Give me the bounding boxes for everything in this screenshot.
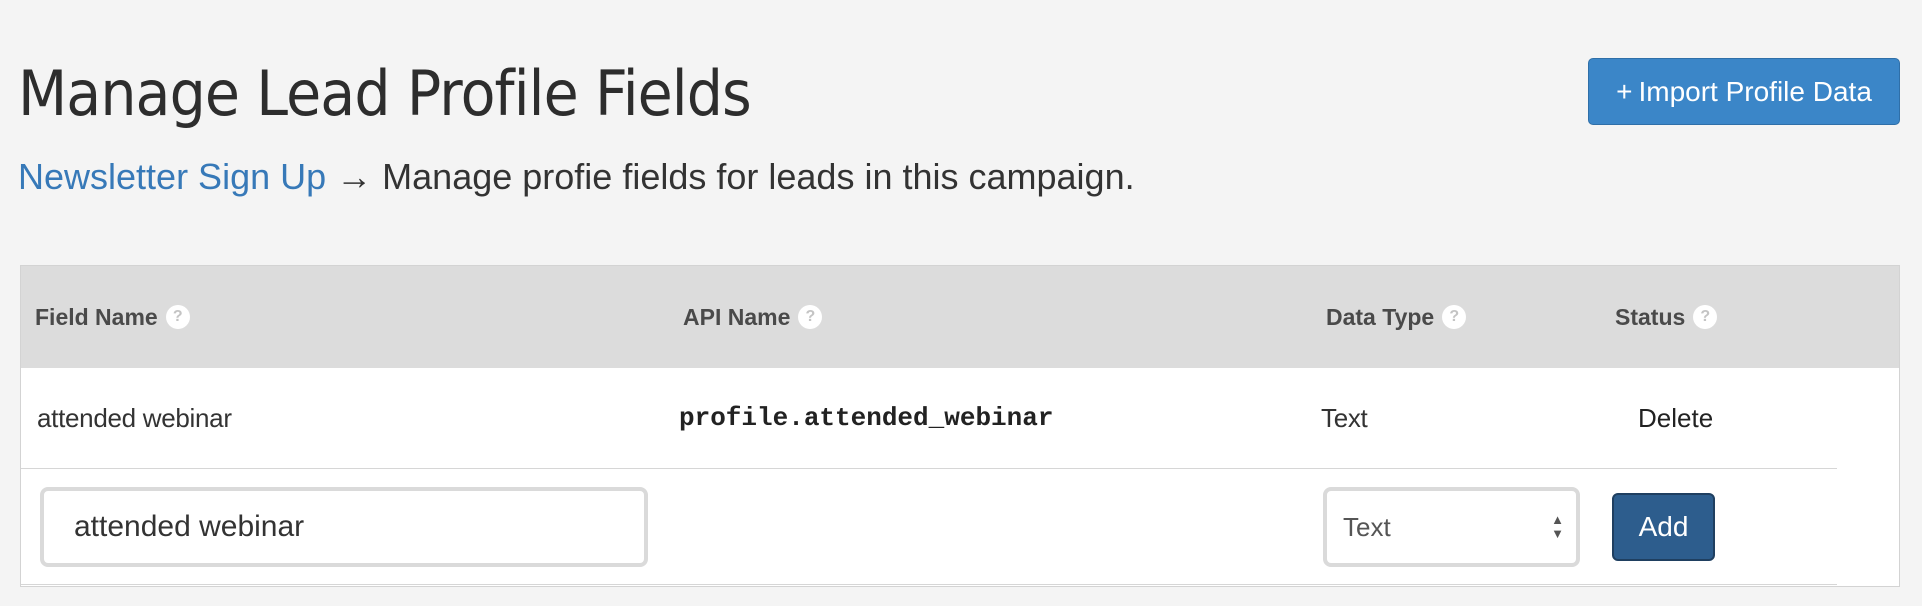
page-title: Manage Lead Profile Fields (18, 57, 752, 130)
question-circle-icon[interactable]: ? (165, 305, 190, 329)
column-header-field-name: Field Name ? (35, 266, 190, 368)
table-row: attended webinar profile.attended_webina… (21, 368, 1837, 469)
new-field-row: Text ▲▼ Add (21, 469, 1837, 585)
data-type-cell: Text (1321, 402, 1368, 433)
import-profile-data-button[interactable]: + Import Profile Data (1588, 58, 1900, 125)
column-label: Field Name (35, 303, 158, 330)
add-field-button[interactable]: Add (1612, 493, 1715, 561)
delete-button[interactable]: Delete (1638, 368, 1713, 468)
data-type-selected: Text (1343, 511, 1391, 542)
plus-icon: + (1616, 75, 1633, 107)
campaign-link[interactable]: Newsletter Sign Up (18, 156, 326, 197)
question-circle-icon[interactable]: ? (1693, 305, 1718, 329)
question-circle-icon[interactable]: ? (798, 305, 823, 329)
column-label: Data Type (1326, 303, 1435, 330)
breadcrumb-description: Manage profie fields for leads in this c… (382, 156, 1135, 197)
data-type-select[interactable]: Text ▲ ▼ (1323, 487, 1580, 567)
column-header-status: Status ? (1615, 266, 1718, 368)
profile-fields-table: Field Name ? API Name ? Data Type ? Stat… (20, 265, 1900, 587)
breadcrumb-arrow: → (336, 156, 373, 197)
table-header: Field Name ? API Name ? Data Type ? Stat… (21, 266, 1899, 368)
api-name-cell: profile.attended_webinar (679, 403, 1054, 433)
breadcrumb: Newsletter Sign Up → Manage profie field… (18, 152, 1135, 202)
field-name-input[interactable] (40, 487, 648, 567)
question-circle-icon[interactable]: ? (1442, 305, 1467, 329)
field-name-cell: attended webinar (37, 402, 232, 433)
column-header-data-type: Data Type ? (1326, 266, 1467, 368)
import-button-label: Import Profile Data (1638, 75, 1872, 107)
column-label: API Name (683, 303, 791, 330)
updown-arrows-icon: ▲ ▼ (1551, 512, 1564, 541)
column-label: Status (1615, 303, 1686, 330)
column-header-api-name: API Name ? (683, 266, 823, 368)
